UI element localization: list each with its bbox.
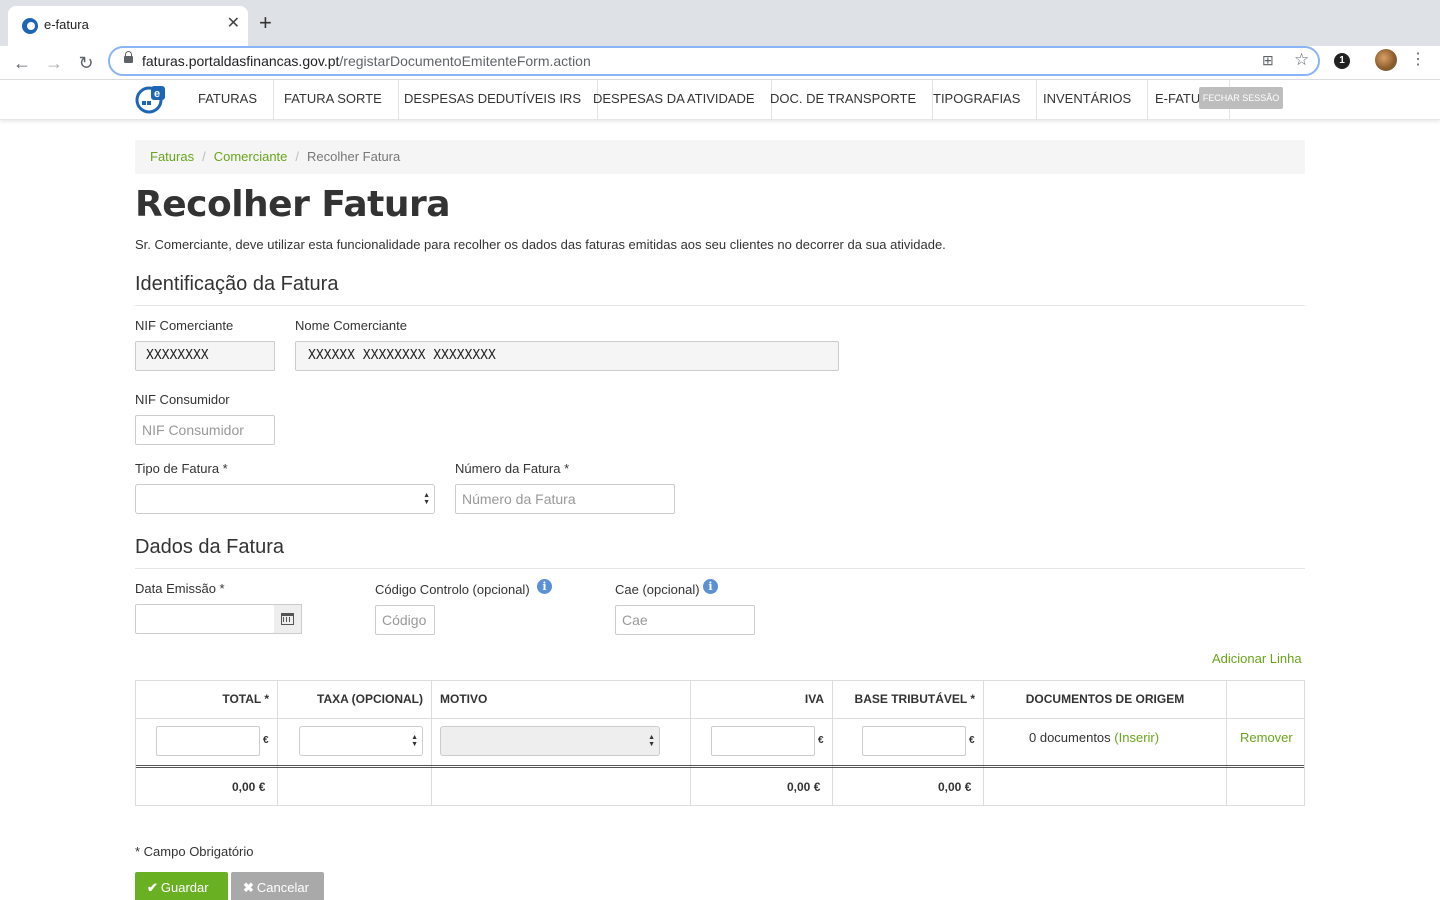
breadcrumb: Faturas / Comerciante / Recolher Fatura	[135, 140, 1305, 174]
url-host: faturas.portaldasfinancas.gov.pt	[142, 53, 340, 69]
cae-input[interactable]: Cae	[615, 605, 755, 635]
efatura-logo-icon[interactable]: e	[135, 84, 167, 114]
documents-count: 0 documentos	[1029, 730, 1111, 745]
column-header-total: TOTAL *	[136, 681, 278, 718]
nav-item-tipografias[interactable]: TIPOGRAFIAS	[917, 80, 1038, 120]
browser-toolbar: ← → ↻ faturas.portaldasfinancas.gov.pt/r…	[0, 46, 1440, 80]
total-sum: 0,00 €	[232, 780, 266, 794]
favicon-icon	[22, 18, 38, 34]
breadcrumb-faturas[interactable]: Faturas	[150, 149, 194, 164]
breadcrumb-comerciante[interactable]: Comerciante	[214, 149, 288, 164]
translate-icon[interactable]: ⊞	[1262, 52, 1274, 69]
numero-fatura-input[interactable]: Número da Fatura	[455, 484, 675, 514]
page-title: Recolher Fatura	[135, 184, 451, 225]
cancel-label: Cancelar	[256, 880, 309, 895]
page-intro: Sr. Comerciante, deve utilizar esta func…	[135, 237, 946, 252]
column-header-taxa: TAXA (OPCIONAL)	[278, 681, 432, 718]
section-title-dados: Dados da Fatura	[135, 536, 284, 558]
total-input[interactable]	[156, 726, 260, 756]
browser-tab[interactable]: e-fatura ✕	[8, 6, 248, 46]
calendar-icon	[281, 613, 294, 625]
section-divider	[135, 568, 1305, 569]
nav-item-despesas-atividade[interactable]: DESPESAS DA ATIVIDADE	[577, 80, 772, 120]
nome-comerciante-field: XXXXXX XXXXXXXX XXXXXXXX	[295, 341, 839, 371]
tipo-fatura-label: Tipo de Fatura *	[135, 461, 228, 476]
insert-document-link[interactable]: (Inserir)	[1114, 730, 1159, 745]
breadcrumb-current: Recolher Fatura	[307, 149, 401, 164]
forward-icon[interactable]: →	[42, 51, 66, 75]
nif-consumidor-input[interactable]: NIF Consumidor	[135, 415, 275, 445]
save-button[interactable]: ✔ Guardar	[135, 872, 228, 900]
euro-symbol: €	[818, 735, 824, 746]
star-icon[interactable]: ☆	[1294, 50, 1309, 70]
browser-tabstrip: e-fatura ✕ +	[0, 0, 1440, 46]
section-divider	[135, 305, 1305, 306]
column-header-actions	[1227, 681, 1304, 718]
data-emissao-input[interactable]	[135, 604, 275, 634]
motivo-select: ▲ ▼	[440, 726, 660, 756]
column-header-documentos: DOCUMENTOS DE ORIGEM	[984, 681, 1227, 718]
info-icon[interactable]: i	[703, 579, 718, 594]
codigo-controlo-input[interactable]: Código	[375, 605, 435, 635]
nav-item-doc-transporte[interactable]: DOC. DE TRANSPORTE	[754, 80, 934, 120]
tipo-fatura-select[interactable]: ▲ ▼	[135, 484, 435, 514]
cae-label: Cae (opcional)	[615, 582, 700, 597]
nome-comerciante-label: Nome Comerciante	[295, 318, 407, 333]
numero-fatura-label: Número da Fatura *	[455, 461, 570, 476]
menu-icon[interactable]: ⋮	[1410, 50, 1426, 70]
reload-icon[interactable]: ↻	[74, 51, 98, 75]
close-tab-icon[interactable]: ✕	[227, 15, 240, 33]
url-text: faturas.portaldasfinancas.gov.pt/regista…	[142, 53, 591, 69]
remove-line-link[interactable]: Remover	[1240, 730, 1293, 745]
address-bar[interactable]: faturas.portaldasfinancas.gov.pt/regista…	[108, 46, 1320, 76]
new-tab-icon[interactable]: +	[259, 11, 272, 35]
select-arrows-icon: ▲ ▼	[648, 734, 655, 748]
select-arrows-icon: ▲ ▼	[423, 492, 430, 506]
nav-item-inventarios[interactable]: INVENTÁRIOS	[1027, 80, 1149, 120]
back-icon[interactable]: ←	[10, 51, 34, 75]
data-emissao-label: Data Emissão *	[135, 581, 225, 596]
cancel-button[interactable]: ✖ Cancelar	[231, 872, 324, 900]
check-icon: ✔	[147, 880, 158, 895]
section-title-identificacao: Identificação da Fatura	[135, 273, 339, 295]
close-icon: ✖	[243, 880, 254, 895]
avatar[interactable]	[1375, 49, 1397, 71]
taxa-select[interactable]: ▲ ▼	[299, 726, 423, 756]
nif-consumidor-label: NIF Consumidor	[135, 392, 230, 407]
totals-divider	[136, 765, 1304, 768]
select-arrows-icon: ▲ ▼	[411, 734, 418, 748]
iva-sum: 0,00 €	[787, 780, 821, 794]
logout-button[interactable]: FECHAR SESSÃO	[1199, 87, 1283, 109]
nif-comerciante-field: XXXXXXXX	[135, 341, 275, 371]
iva-input[interactable]	[711, 726, 815, 756]
nav-item-faturas[interactable]: FATURAS	[182, 80, 274, 120]
nav-item-despesas-irs[interactable]: DESPESAS DEDUTÍVEIS IRS	[388, 80, 598, 120]
calendar-button[interactable]	[274, 604, 302, 634]
column-header-motivo: MOTIVO	[432, 681, 691, 718]
tab-title: e-fatura	[44, 17, 89, 32]
breadcrumb-separator: /	[202, 149, 206, 164]
breadcrumb-separator: /	[295, 149, 300, 164]
column-header-base: BASE TRIBUTÁVEL *	[833, 681, 984, 718]
documents-origin: 0 documentos (Inserir)	[1029, 730, 1159, 745]
base-tributavel-input[interactable]	[862, 726, 966, 756]
save-label: Guardar	[160, 880, 209, 895]
lock-icon	[124, 51, 133, 63]
add-line-link[interactable]: Adicionar Linha	[1212, 651, 1302, 666]
svg-text:e: e	[154, 88, 160, 100]
euro-symbol: €	[969, 735, 975, 746]
url-path: /registarDocumentoEmitenteForm.action	[339, 53, 591, 69]
column-header-iva: IVA	[691, 681, 833, 718]
required-note: * Campo Obrigatório	[135, 844, 254, 859]
euro-symbol: €	[263, 735, 269, 746]
extension-icon[interactable]: 1	[1334, 53, 1350, 69]
base-sum: 0,00 €	[938, 780, 972, 794]
codigo-controlo-label: Código Controlo (opcional)	[375, 582, 530, 597]
nif-comerciante-label: NIF Comerciante	[135, 318, 234, 333]
invoice-lines-table: TOTAL * TAXA (OPCIONAL) MOTIVO IVA BASE …	[135, 680, 1305, 806]
info-icon[interactable]: i	[537, 579, 552, 594]
nav-item-fatura-sorte[interactable]: FATURA SORTE	[268, 80, 399, 120]
